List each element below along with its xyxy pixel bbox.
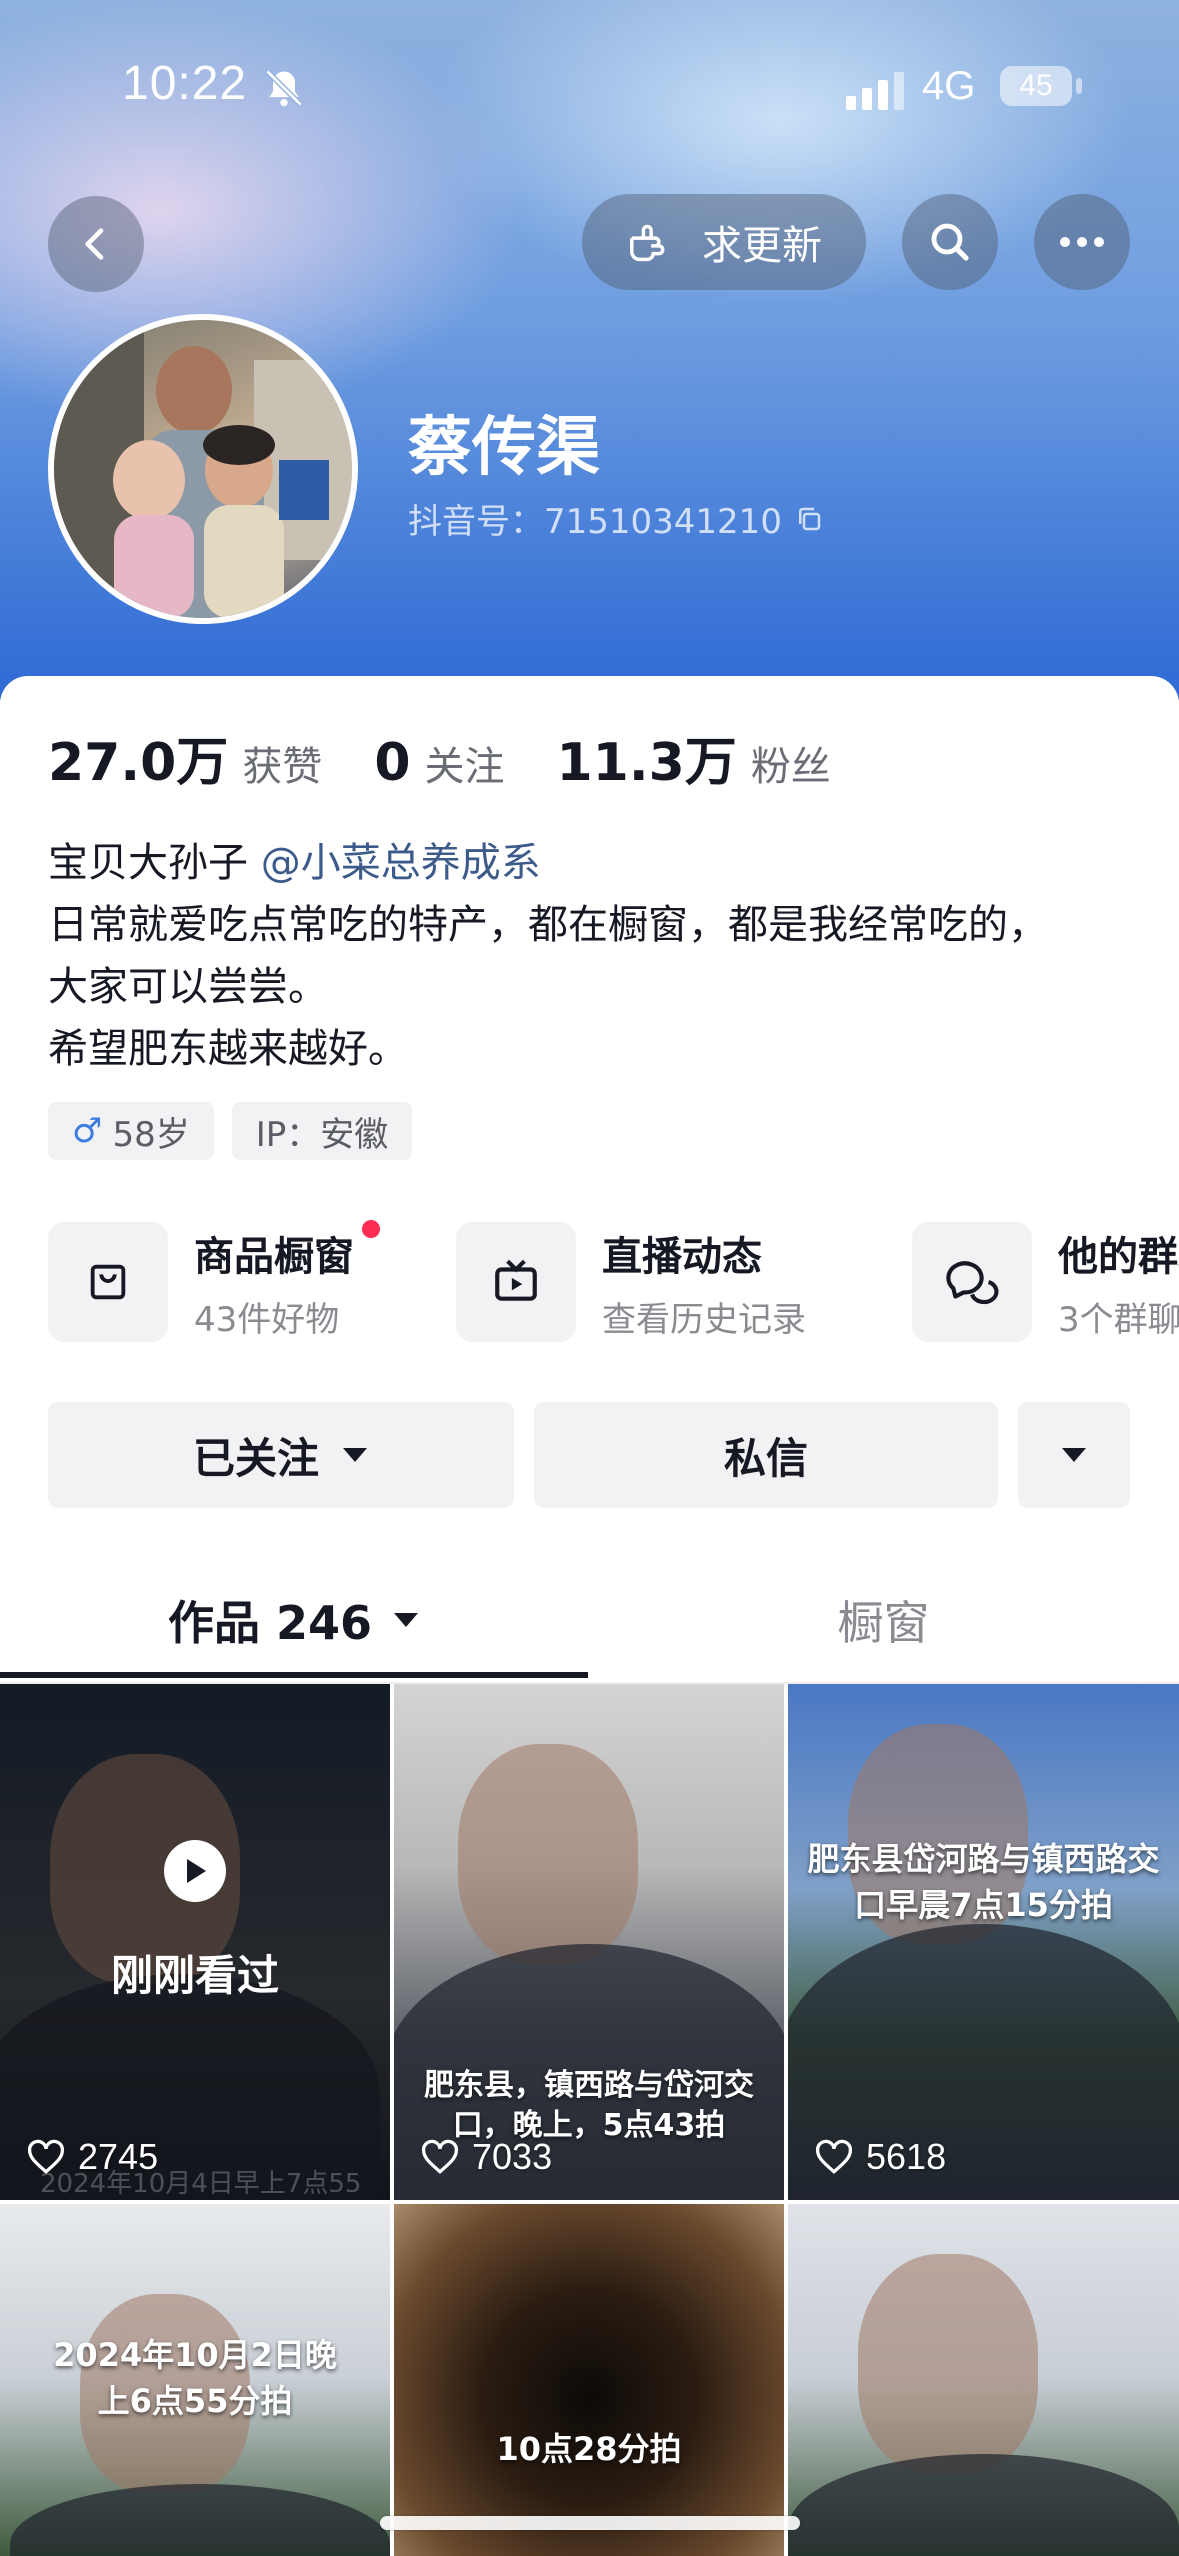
more-actions-dropdown[interactable] [1018, 1402, 1130, 1508]
status-bar: 10:22 4G 45 [0, 0, 1179, 170]
back-button[interactable] [48, 196, 144, 292]
video-caption: 肥东县岱河路与镇西路交口早晨7点15分拍 [807, 1840, 1160, 1924]
video-likes-count: 7033 [472, 2136, 553, 2177]
video-likes: 7033 [420, 2136, 552, 2178]
video-thumbnail[interactable]: 肥东县，镇西路与岱河交口，晚上，5点43拍 7033 [394, 1684, 784, 2200]
bio-line-3: 大家可以尝尝。 [48, 964, 328, 1010]
profile-bio: 宝贝大孙子 @小菜总养成系 日常就爱吃点常吃的特产，都在橱窗，都是我经常吃的， … [48, 832, 1048, 1080]
thumbnail-body [788, 2454, 1179, 2556]
age-text: 58岁 [112, 1114, 190, 1155]
followers-label[interactable]: 粉丝 [751, 734, 831, 792]
profile-avatar[interactable] [48, 314, 358, 624]
shortcut-live-subtitle: 查看历史记录 [602, 1299, 806, 1340]
video-caption: 10点28分拍 [496, 2430, 682, 2468]
signal-icon [846, 72, 904, 110]
avatar-photo [54, 320, 352, 618]
chevron-left-icon [85, 228, 104, 260]
thumbnail-body [10, 2484, 390, 2556]
video-caption: 2024年10月2日晚上6点55分拍 [53, 2336, 337, 2420]
active-tab-indicator [0, 1672, 588, 1678]
douyin-id: 抖音号：71510341210 [408, 494, 824, 543]
shortcut-showcase-title: 商品橱窗 [194, 1233, 354, 1280]
ip-tag: IP：安徽 [231, 1102, 413, 1160]
ip-text: IP：安徽 [255, 1114, 389, 1155]
more-options-button[interactable] [1034, 194, 1130, 290]
shortcut-groups-subtitle: 3个群聊 [1058, 1299, 1179, 1340]
followers-count[interactable]: 11.3万 [557, 720, 737, 795]
heart-icon [815, 2139, 853, 2174]
heart-icon [27, 2139, 65, 2174]
video-thumbnail[interactable]: 10点28分拍 [394, 2204, 784, 2556]
profile-tags: ♂ 58岁 IP：安徽 [48, 1102, 413, 1160]
video-thumbnail[interactable]: 刚刚看过 2024年10月4日早上7点55 2745 [0, 1684, 390, 2200]
tab-showcase[interactable]: 橱窗 [588, 1562, 1179, 1678]
followed-button[interactable]: 已关注 [48, 1402, 514, 1508]
status-time: 10:22 [122, 57, 248, 110]
video-thumbnail[interactable] [788, 2204, 1179, 2556]
play-icon [164, 1840, 226, 1902]
following-label[interactable]: 关注 [425, 734, 505, 792]
content-tabs: 作品 246 橱窗 [0, 1562, 1179, 1684]
tab-showcase-label: 橱窗 [837, 1596, 930, 1650]
shortcut-live[interactable]: 直播动态 查看历史记录 [456, 1220, 806, 1344]
caret-down-icon [343, 1448, 367, 1462]
shopping-bag-icon [48, 1222, 168, 1342]
bio-line-1: 宝贝大孙子 @小菜总养成系 [48, 832, 1048, 894]
mute-bell-icon [265, 69, 303, 107]
age-tag: ♂ 58岁 [48, 1102, 214, 1160]
video-likes-count: 5618 [866, 2136, 947, 2177]
caret-down-icon [1062, 1448, 1086, 1462]
search-icon [931, 223, 969, 261]
tv-icon [456, 1222, 576, 1342]
search-button[interactable] [902, 194, 998, 290]
message-button[interactable]: 私信 [534, 1402, 998, 1508]
battery-indicator: 45 [1000, 66, 1072, 106]
video-thumbnail[interactable]: 2024年10月2日晚上6点55分拍 [0, 2204, 390, 2556]
mention-link[interactable]: @小菜总养成系 [261, 840, 541, 886]
profile-name: 蔡传渠 [408, 411, 600, 485]
likes-count: 27.0万 [48, 733, 229, 793]
thumbnail-face [858, 2254, 1038, 2474]
copy-icon[interactable] [794, 504, 824, 534]
shortcut-showcase-subtitle: 43件好物 [194, 1299, 340, 1340]
thumbnail-face [458, 1744, 638, 1964]
notification-dot [362, 1220, 380, 1238]
recently-watched-label: 刚刚看过 [110, 1951, 279, 2000]
video-grid: 刚刚看过 2024年10月4日早上7点55 2745 肥东县，镇西路与岱河交口，… [0, 1684, 1179, 2556]
shortcut-live-title: 直播动态 [602, 1233, 762, 1280]
video-likes-count: 2745 [78, 2136, 159, 2177]
message-label: 私信 [723, 1433, 808, 1483]
pointing-hand-icon [630, 224, 665, 262]
video-caption: 肥东县，镇西路与岱河交口，晚上，5点43拍 [424, 2068, 754, 2143]
video-likes: 5618 [814, 2136, 946, 2178]
home-indicator[interactable] [380, 2516, 800, 2530]
heart-icon [421, 2139, 459, 2174]
network-type: 4G [922, 64, 976, 108]
more-dots-icon [1060, 237, 1104, 247]
request-update-button[interactable]: 求更新 [582, 194, 866, 290]
following-count[interactable]: 0 [374, 733, 410, 793]
followed-label: 已关注 [192, 1433, 319, 1483]
chat-bubbles-icon [912, 1222, 1032, 1342]
shortcut-groups-title: 他的群聊 [1058, 1233, 1179, 1280]
shortcut-showcase[interactable]: 商品橱窗 43件好物 [48, 1220, 380, 1344]
bio-prefix: 宝贝大孙子 [48, 840, 261, 886]
bio-line-2: 日常就爱吃点常吃的特产，都在橱窗，都是我经常吃的， [48, 902, 1048, 948]
male-icon: ♂ [72, 1111, 103, 1151]
shortcut-row: 商品橱窗 43件好物 直播动态 查看历史记录 他的群聊 3个群聊 [48, 1220, 1179, 1344]
video-thumbnail[interactable]: 肥东县岱河路与镇西路交口早晨7点15分拍 5618 [788, 1684, 1179, 2200]
tab-works[interactable]: 作品 246 [0, 1562, 588, 1678]
request-update-label: 求更新 [702, 223, 822, 269]
caret-down-icon [394, 1613, 419, 1627]
video-likes: 2745 [26, 2136, 158, 2178]
tab-works-label: 作品 246 [167, 1596, 373, 1650]
profile-stats: 27.0万 获赞 0 关注 11.3万 粉丝 [48, 720, 883, 793]
bio-line-4: 希望肥东越来越好。 [48, 1026, 408, 1072]
battery-tip [1076, 78, 1082, 94]
likes-label: 获赞 [242, 744, 323, 790]
douyin-id-text: 抖音号：71510341210 [408, 502, 782, 542]
shortcut-groups[interactable]: 他的群聊 3个群聊 [912, 1220, 1179, 1344]
